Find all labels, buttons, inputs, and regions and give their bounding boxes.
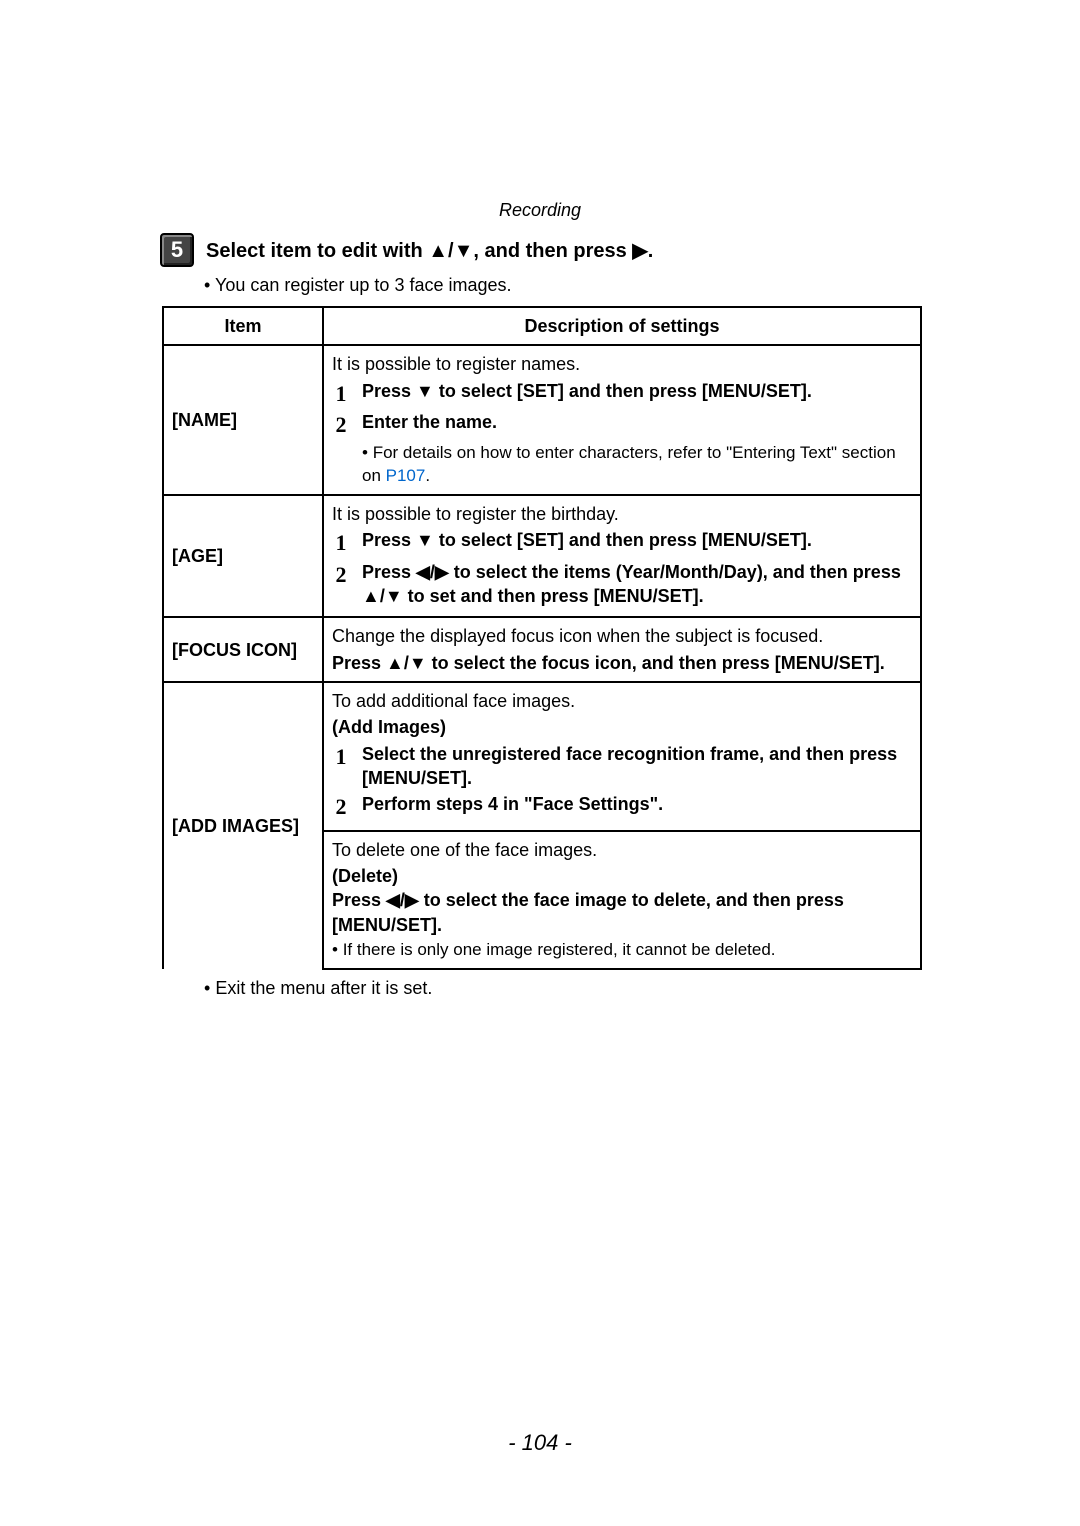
step-num: 2 (332, 560, 350, 590)
step-number-icon: 5 (160, 233, 194, 267)
step-num: 2 (332, 792, 350, 822)
row-age-label: [AGE] (163, 495, 323, 618)
list-item: 1 Press ▼ to select [SET] and then press… (332, 528, 912, 558)
name-sub-bullet: For details on how to enter characters, … (362, 442, 912, 488)
row-addimages-desc2: To delete one of the face images. (Delet… (323, 831, 921, 969)
addimages-subhead1: (Add Images) (332, 715, 912, 739)
page-content: Recording 5 Select item to edit with ▲/▼… (0, 0, 1080, 999)
step-num: 1 (332, 379, 350, 409)
step-text: Enter the name. (362, 410, 912, 434)
focus-intro: Change the displayed focus icon when the… (332, 624, 912, 648)
focus-bold: Press ▲/▼ to select the focus icon, and … (332, 651, 912, 675)
section-header: Recording (160, 200, 920, 221)
step-text: Perform steps 4 in "Face Settings". (362, 792, 912, 816)
age-steps: 1 Press ▼ to select [SET] and then press… (332, 528, 912, 608)
step-text: Press ◀/▶ to select the items (Year/Mont… (362, 560, 912, 609)
table-row: [NAME] It is possible to register names.… (163, 345, 921, 495)
intro-bullet: You can register up to 3 face images. (204, 275, 920, 296)
sub-bullet-suffix: . (425, 466, 430, 485)
row-addimages-desc1: To add additional face images. (Add Imag… (323, 682, 921, 831)
step-text: Press ▼ to select [SET] and then press [… (362, 379, 912, 403)
list-item: 2 Enter the name. (332, 410, 912, 440)
table-row: [FOCUS ICON] Change the displayed focus … (163, 617, 921, 682)
step-title: Select item to edit with ▲/▼, and then p… (206, 233, 653, 265)
header-item: Item (163, 307, 323, 345)
row-addimages-label: [ADD IMAGES] (163, 682, 323, 969)
table-header-row: Item Description of settings (163, 307, 921, 345)
row-focus-desc: Change the displayed focus icon when the… (323, 617, 921, 682)
addimages-intro2: To delete one of the face images. (332, 838, 912, 862)
step-num: 1 (332, 528, 350, 558)
table-row: [AGE] It is possible to register the bir… (163, 495, 921, 618)
list-item: 1 Select the unregistered face recogniti… (332, 742, 912, 791)
addimages-bullet: If there is only one image registered, i… (332, 939, 912, 962)
addimages-intro1: To add additional face images. (332, 689, 912, 713)
addimages-subhead2: (Delete) (332, 864, 912, 888)
settings-table: Item Description of settings [NAME] It i… (162, 306, 922, 970)
list-item: 1 Press ▼ to select [SET] and then press… (332, 379, 912, 409)
link-p107[interactable]: P107 (386, 466, 426, 485)
row-focus-label: [FOCUS ICON] (163, 617, 323, 682)
step-text: Select the unregistered face recognition… (362, 742, 912, 791)
page-number: - 104 - (0, 1430, 1080, 1456)
row-name-label: [NAME] (163, 345, 323, 495)
name-steps: 1 Press ▼ to select [SET] and then press… (332, 379, 912, 440)
row-name-desc: It is possible to register names. 1 Pres… (323, 345, 921, 495)
step-num: 1 (332, 742, 350, 772)
exit-bullet: Exit the menu after it is set. (204, 978, 920, 999)
header-desc: Description of settings (323, 307, 921, 345)
sub-bullet-prefix: For details on how to enter characters, … (362, 443, 896, 485)
step-row: 5 Select item to edit with ▲/▼, and then… (160, 233, 920, 267)
name-intro: It is possible to register names. (332, 352, 912, 376)
addimages-bold2: Press ◀/▶ to select the face image to de… (332, 888, 912, 937)
list-item: 2 Press ◀/▶ to select the items (Year/Mo… (332, 560, 912, 609)
table-row: [ADD IMAGES] To add additional face imag… (163, 682, 921, 831)
step-num: 2 (332, 410, 350, 440)
list-item: 2 Perform steps 4 in "Face Settings". (332, 792, 912, 822)
row-age-desc: It is possible to register the birthday.… (323, 495, 921, 618)
step-text: Press ▼ to select [SET] and then press [… (362, 528, 912, 552)
addimages-steps: 1 Select the unregistered face recogniti… (332, 742, 912, 822)
age-intro: It is possible to register the birthday. (332, 502, 912, 526)
